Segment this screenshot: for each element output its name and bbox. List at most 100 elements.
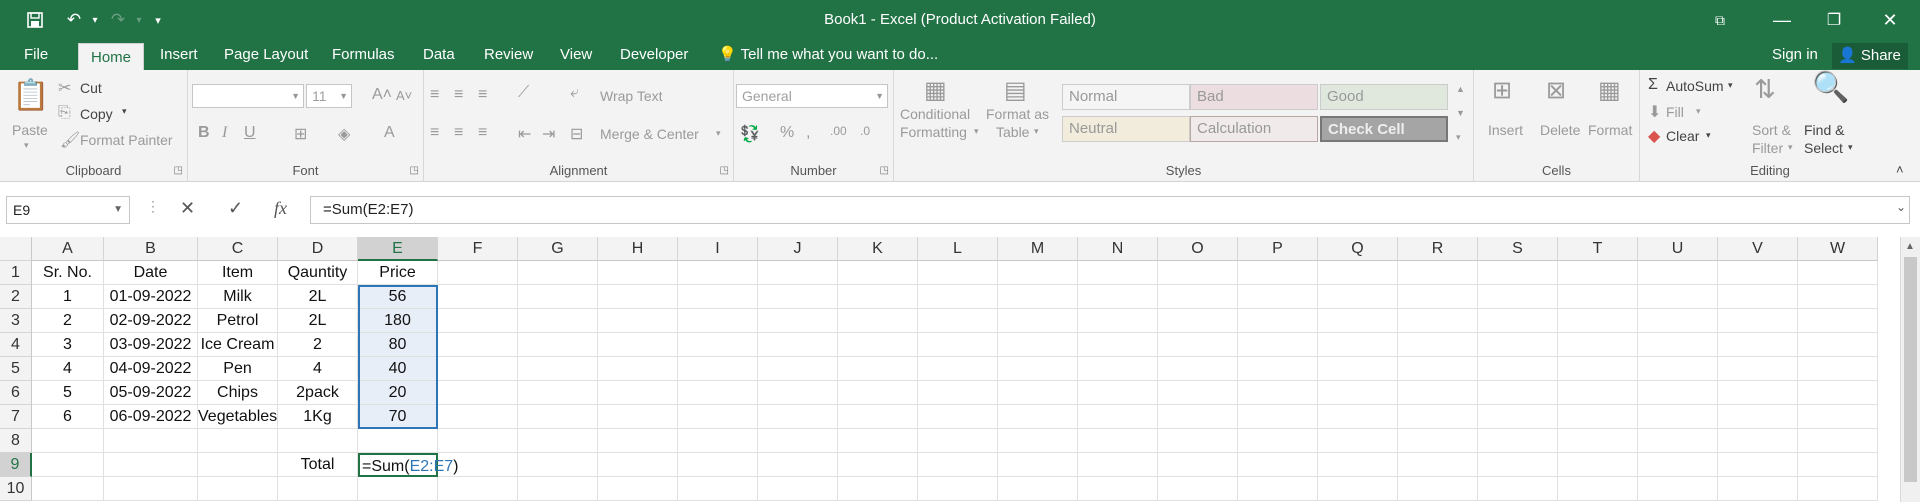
accounting-icon[interactable]: 💱 xyxy=(740,124,760,144)
cell-g9[interactable] xyxy=(518,453,598,477)
cell-m1[interactable] xyxy=(998,261,1078,285)
cell-b7[interactable]: 06-09-2022 xyxy=(104,405,198,429)
cell-k8[interactable] xyxy=(838,429,918,453)
cell-g4[interactable] xyxy=(518,333,598,357)
cell-p3[interactable] xyxy=(1238,309,1318,333)
top-align-icon[interactable]: ≡ xyxy=(430,86,439,104)
cell-a1[interactable]: Sr. No. xyxy=(32,261,104,285)
wrap-text-button[interactable]: Wrap Text xyxy=(600,88,663,104)
cell-k10[interactable] xyxy=(838,477,918,501)
cell-g10[interactable] xyxy=(518,477,598,501)
font-size-combo[interactable]: 11 ▼ xyxy=(306,84,352,108)
cell-r3[interactable] xyxy=(1398,309,1478,333)
cell-i1[interactable] xyxy=(678,261,758,285)
cell-e8[interactable] xyxy=(358,429,438,453)
merge-center-button[interactable]: Merge & Center xyxy=(600,126,699,142)
cell-b4[interactable]: 03-09-2022 xyxy=(104,333,198,357)
cell-v4[interactable] xyxy=(1718,333,1798,357)
cell-n9[interactable] xyxy=(1078,453,1158,477)
cell-e5[interactable]: 40 xyxy=(358,357,438,381)
cell-f3[interactable] xyxy=(438,309,518,333)
cell-j2[interactable] xyxy=(758,285,838,309)
styles-scroll-up-icon[interactable]: ▲ xyxy=(1456,84,1465,94)
cell-i10[interactable] xyxy=(678,477,758,501)
cell-l3[interactable] xyxy=(918,309,998,333)
cell-j9[interactable] xyxy=(758,453,838,477)
cell-l10[interactable] xyxy=(918,477,998,501)
cell-j6[interactable] xyxy=(758,381,838,405)
cell-g7[interactable] xyxy=(518,405,598,429)
name-box[interactable]: E9 ▼ xyxy=(6,196,130,224)
cell-e4[interactable]: 80 xyxy=(358,333,438,357)
style-neutral[interactable]: Neutral xyxy=(1062,116,1190,142)
cell-o10[interactable] xyxy=(1158,477,1238,501)
cell-i4[interactable] xyxy=(678,333,758,357)
bold-icon[interactable]: B xyxy=(198,124,210,142)
cell-t1[interactable] xyxy=(1558,261,1638,285)
column-header-q[interactable]: Q xyxy=(1318,237,1398,261)
cell-v7[interactable] xyxy=(1718,405,1798,429)
cell-c5[interactable]: Pen xyxy=(198,357,278,381)
cell-t5[interactable] xyxy=(1558,357,1638,381)
bottom-align-icon[interactable]: ≡ xyxy=(478,86,487,104)
cell-b3[interactable]: 02-09-2022 xyxy=(104,309,198,333)
cell-w5[interactable] xyxy=(1798,357,1878,381)
cell-a5[interactable]: 4 xyxy=(32,357,104,381)
orientation-icon[interactable]: ⟋ xyxy=(518,84,529,102)
style-good[interactable]: Good xyxy=(1320,84,1448,110)
cell-d9[interactable]: Total xyxy=(278,453,358,477)
cell-d3[interactable]: 2L xyxy=(278,309,358,333)
cell-s3[interactable] xyxy=(1478,309,1558,333)
cell-v5[interactable] xyxy=(1718,357,1798,381)
column-header-c[interactable]: C xyxy=(198,237,278,261)
cell-q5[interactable] xyxy=(1318,357,1398,381)
column-header-d[interactable]: D xyxy=(278,237,358,261)
column-header-j[interactable]: J xyxy=(758,237,838,261)
row-header-8[interactable]: 8 xyxy=(0,429,32,453)
cell-g8[interactable] xyxy=(518,429,598,453)
cell-s9[interactable] xyxy=(1478,453,1558,477)
cell-t7[interactable] xyxy=(1558,405,1638,429)
cell-j5[interactable] xyxy=(758,357,838,381)
cell-f7[interactable] xyxy=(438,405,518,429)
scroll-up-icon[interactable]: ▲ xyxy=(1905,241,1915,252)
cell-u6[interactable] xyxy=(1638,381,1718,405)
vertical-scrollbar[interactable]: ▲ xyxy=(1900,237,1920,502)
cell-p8[interactable] xyxy=(1238,429,1318,453)
cell-p2[interactable] xyxy=(1238,285,1318,309)
cell-p7[interactable] xyxy=(1238,405,1318,429)
column-header-s[interactable]: S xyxy=(1478,237,1558,261)
cell-v6[interactable] xyxy=(1718,381,1798,405)
tab-insert[interactable]: Insert xyxy=(148,40,210,70)
cell-u7[interactable] xyxy=(1638,405,1718,429)
style-bad[interactable]: Bad xyxy=(1190,84,1318,110)
cell-d7[interactable]: 1Kg xyxy=(278,405,358,429)
cell-e10[interactable] xyxy=(358,477,438,501)
format-as-table-dropdown-icon[interactable]: ▾ xyxy=(1034,126,1039,137)
tab-view[interactable]: View xyxy=(548,40,604,70)
cell-w7[interactable] xyxy=(1798,405,1878,429)
merge-dropdown-icon[interactable]: ▾ xyxy=(716,128,721,139)
align-left-icon[interactable]: ≡ xyxy=(430,124,439,142)
row-header-5[interactable]: 5 xyxy=(0,357,32,381)
number-launcher-icon[interactable]: ◳ xyxy=(880,165,889,176)
cell-m10[interactable] xyxy=(998,477,1078,501)
cell-v1[interactable] xyxy=(1718,261,1798,285)
cell-q1[interactable] xyxy=(1318,261,1398,285)
cell-f2[interactable] xyxy=(438,285,518,309)
cell-n5[interactable] xyxy=(1078,357,1158,381)
column-header-f[interactable]: F xyxy=(438,237,518,261)
cell-k2[interactable] xyxy=(838,285,918,309)
cell-d4[interactable]: 2 xyxy=(278,333,358,357)
fill-dropdown-icon[interactable]: ▾ xyxy=(1696,106,1701,117)
cell-d2[interactable]: 2L xyxy=(278,285,358,309)
cell-b10[interactable] xyxy=(104,477,198,501)
autosum-dropdown-icon[interactable]: ▾ xyxy=(1728,80,1733,91)
align-center-icon[interactable]: ≡ xyxy=(454,124,463,142)
insert-function-icon[interactable]: fx xyxy=(274,198,287,219)
column-header-a[interactable]: A xyxy=(32,237,104,261)
cell-s4[interactable] xyxy=(1478,333,1558,357)
cell-h6[interactable] xyxy=(598,381,678,405)
cell-c2[interactable]: Milk xyxy=(198,285,278,309)
cell-j7[interactable] xyxy=(758,405,838,429)
